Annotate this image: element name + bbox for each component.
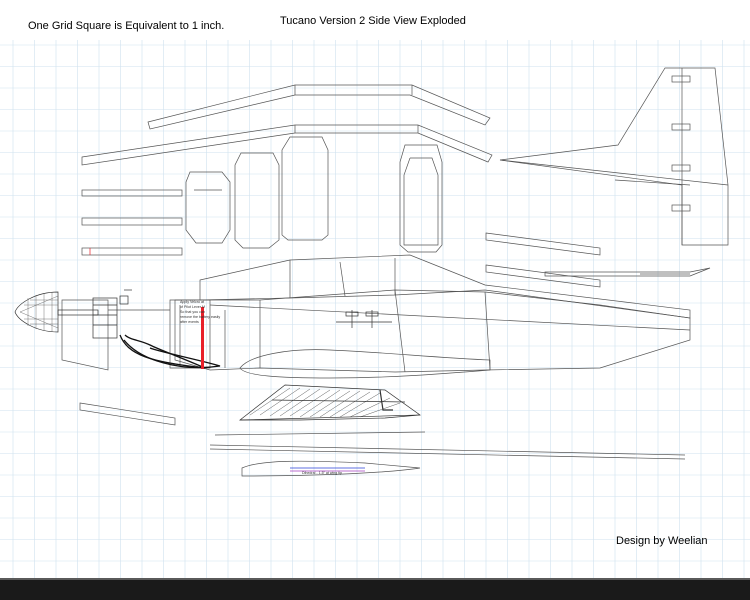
nose-note: Apply Velcro at of Pilot Lever M So that…: [180, 300, 220, 324]
drawing-title: Tucano Version 2 Side View Exploded: [280, 15, 466, 27]
inch-grid: [0, 40, 750, 578]
nose-note-line: of Pilot Lever M: [180, 305, 205, 309]
side-strips: [81, 189, 183, 256]
wing-note: Dihedral - 1.5" at wing tip: [302, 471, 342, 475]
nose-note-line: So that you can: [180, 310, 205, 314]
bottom-bar: [0, 578, 750, 600]
wing-strips-bottom: [79, 402, 686, 477]
spinner: [14, 291, 59, 333]
vertical-tail: [499, 67, 729, 246]
plan-drawing: Apply Velcro at of Pilot Lever M So that…: [0, 40, 750, 578]
wing-root-fairing: [239, 349, 491, 379]
nose-note-line: after events: [180, 320, 199, 324]
wing-lower: [238, 384, 421, 421]
wing-panel-top: [147, 84, 491, 130]
scale-note: One Grid Square is Equivalent to 1 inch.: [28, 20, 225, 32]
nose-note-line: remove the battery easily: [180, 315, 220, 319]
designer-credit: Design by Weelian: [616, 535, 708, 547]
bottom-bar-edge: [0, 578, 750, 580]
nose-note-line: Apply Velcro at: [180, 300, 204, 304]
motor-assembly: [57, 289, 132, 339]
